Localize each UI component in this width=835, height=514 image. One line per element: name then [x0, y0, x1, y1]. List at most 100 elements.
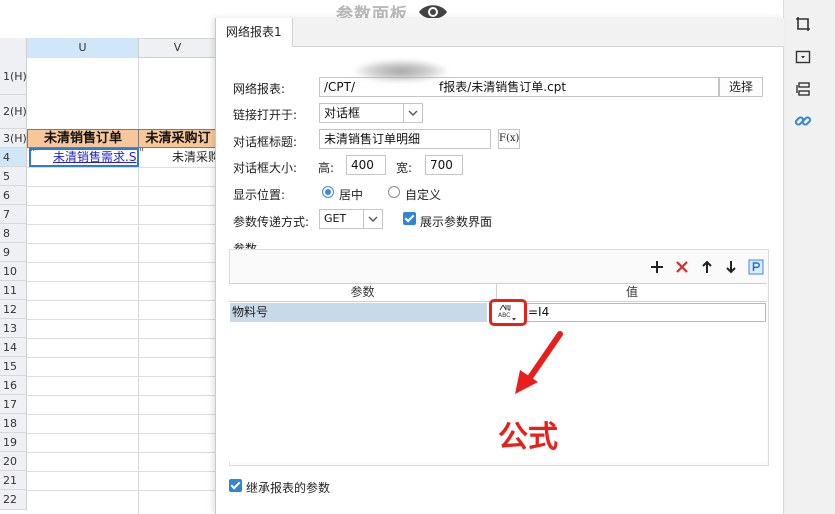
row-header[interactable]: 9: [0, 243, 27, 262]
header-cell-v3[interactable]: 未清采购订: [138, 129, 218, 148]
formula-fx-button[interactable]: F(x): [498, 129, 520, 149]
formula-icon-text: ABC: [498, 312, 510, 319]
report-path-right: f报表/未清销售订单.cpt: [439, 80, 567, 94]
grid-line: [27, 452, 217, 453]
parameter-icon[interactable]: [747, 258, 765, 276]
select-all-corner[interactable]: [0, 38, 27, 90]
grid-line: [27, 167, 217, 168]
grid-line: [138, 58, 139, 514]
delete-icon[interactable]: [673, 258, 691, 276]
param-name-cell[interactable]: 物料号: [230, 303, 487, 322]
row-header[interactable]: 20: [0, 452, 27, 471]
row-header[interactable]: 8: [0, 224, 27, 243]
row-header[interactable]: 3(H): [0, 129, 27, 148]
open-in-label: 链接打开于:: [233, 108, 298, 122]
height-input[interactable]: 400: [346, 155, 386, 175]
method-select[interactable]: GET: [319, 209, 383, 229]
row-header[interactable]: 13: [0, 319, 27, 338]
right-toolbar: [783, 0, 835, 514]
position-center-label: 居中: [339, 188, 364, 202]
row-header[interactable]: 16: [0, 376, 27, 395]
grid-line: [27, 414, 217, 415]
quote-mark: ": [30, 146, 36, 159]
open-in-value: 对话框: [324, 106, 361, 120]
grid-line: [27, 338, 217, 339]
row-header[interactable]: 7: [0, 205, 27, 224]
chevron-down-icon[interactable]: [403, 104, 422, 122]
grid-line: [27, 376, 217, 377]
width-input[interactable]: 700: [425, 155, 463, 175]
move-up-icon[interactable]: [698, 258, 716, 276]
dialog-title-input[interactable]: 未清销售订单明细: [319, 129, 491, 149]
formula-abc-icon: ABC: [498, 304, 516, 320]
grid-line: [27, 205, 217, 206]
cell-u4-selected[interactable]: 未清销售需求.S: [29, 148, 139, 167]
row-header[interactable]: 21: [0, 471, 27, 490]
tab-network-report[interactable]: 网络报表1: [216, 18, 293, 47]
row-header[interactable]: 6: [0, 186, 27, 205]
row-header[interactable]: 15: [0, 357, 27, 376]
grid-line: [27, 395, 217, 396]
cell-v4[interactable]: 未清采购: [141, 150, 217, 166]
param-value-input[interactable]: =I4: [524, 303, 766, 322]
move-down-icon[interactable]: [722, 258, 740, 276]
grid-line: [27, 433, 217, 434]
position-label: 显示位置:: [233, 188, 286, 202]
layer-icon[interactable]: [793, 79, 813, 99]
dialog-title-label: 对话框标题:: [233, 135, 298, 149]
report-path-left: /CPT/: [324, 80, 356, 94]
row-header[interactable]: 10: [0, 262, 27, 281]
radio-center[interactable]: [322, 186, 334, 198]
column-header-u[interactable]: U: [27, 38, 139, 58]
widget-icon[interactable]: [793, 47, 813, 67]
position-custom-label: 自定义: [405, 188, 442, 202]
grid-line: [27, 224, 217, 225]
row-header[interactable]: 22: [0, 490, 27, 510]
method-label: 参数传递方式:: [233, 215, 310, 229]
row-header[interactable]: 17: [0, 395, 27, 414]
header-cell-u3[interactable]: 未清销售订单: [27, 129, 139, 148]
size-label: 对话框大小:: [233, 161, 298, 175]
row-header[interactable]: 14: [0, 338, 27, 357]
annotation-arrow-icon: [510, 330, 565, 400]
row-header[interactable]: 5: [0, 167, 27, 186]
select-button[interactable]: 选择: [719, 77, 763, 97]
width-label: 宽:: [396, 161, 413, 175]
row-header[interactable]: 1(H): [0, 58, 27, 95]
column-header-v[interactable]: V: [139, 38, 217, 58]
grid-line: [27, 243, 217, 244]
crop-icon[interactable]: [793, 14, 813, 34]
grid-line: [27, 357, 217, 358]
open-in-select[interactable]: 对话框: [319, 103, 423, 123]
tab-strip: 网络报表1: [216, 18, 784, 47]
grid-line: [27, 300, 217, 301]
row-header[interactable]: 4: [0, 148, 27, 167]
grid-line: [27, 281, 217, 282]
row-header[interactable]: 12: [0, 300, 27, 319]
dialog-scrollbar[interactable]: [769, 47, 783, 514]
inherit-params-checkbox[interactable]: [229, 479, 242, 492]
quote-mark: ": [139, 146, 145, 159]
formula-type-button[interactable]: ABC: [489, 299, 527, 326]
grid-line: [27, 319, 217, 320]
value-column-header: 值: [625, 285, 638, 299]
hyperlink-icon[interactable]: [793, 111, 813, 131]
report-label: 网络报表:: [233, 82, 286, 96]
show-params-checkbox[interactable]: [403, 212, 416, 225]
radio-custom[interactable]: [388, 186, 400, 198]
inherit-params-label: 继承报表的参数: [246, 481, 331, 495]
row-header[interactable]: 2(H): [0, 95, 27, 129]
row-header[interactable]: 19: [0, 433, 27, 452]
add-icon[interactable]: [648, 258, 666, 276]
method-value: GET: [324, 212, 347, 225]
annotation-label: 公式: [498, 420, 558, 455]
param-column-header: 参数: [229, 283, 497, 302]
grid-line: [27, 262, 217, 263]
row-header[interactable]: 11: [0, 281, 27, 300]
grid-line: [27, 471, 217, 472]
row-header[interactable]: 18: [0, 414, 27, 433]
show-params-label: 展示参数界面: [420, 215, 493, 229]
chevron-down-icon[interactable]: [363, 210, 382, 228]
redacted-blur: [355, 60, 447, 82]
height-label: 高:: [318, 161, 335, 175]
